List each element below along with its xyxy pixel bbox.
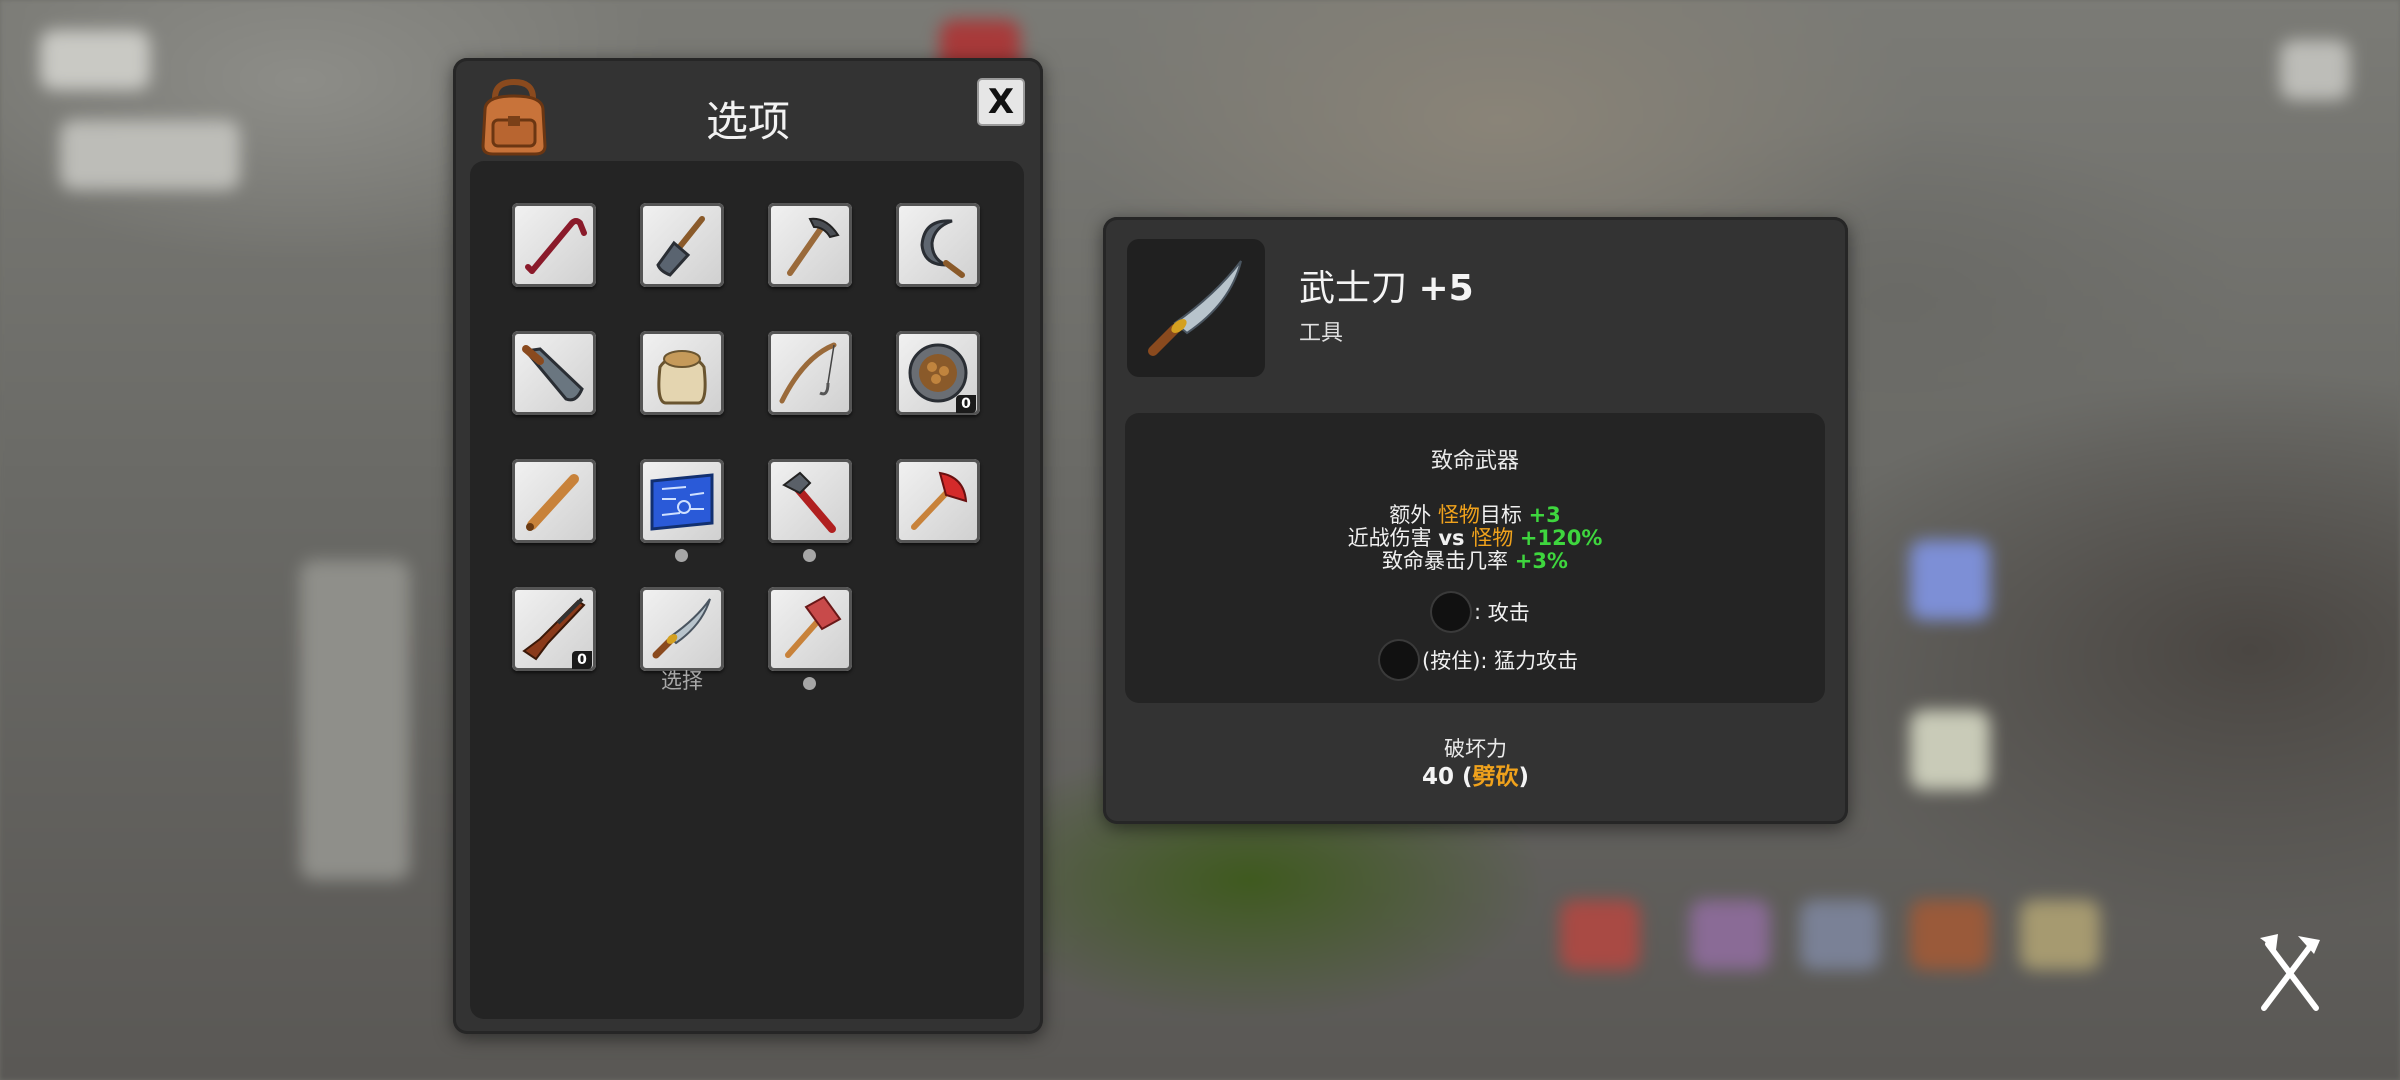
- item-name: 武士刀 +5: [1299, 259, 1474, 311]
- inventory-slot-katana[interactable]: [640, 587, 724, 671]
- inventory-slot-sledgehammer[interactable]: [768, 587, 852, 671]
- item-count: 0: [572, 651, 592, 669]
- inventory-slot-machete[interactable]: [512, 331, 596, 415]
- selected-slot-label: 选择: [661, 669, 703, 693]
- control-power-attack: (按住): 猛力攻击: [1380, 641, 1578, 679]
- inventory-grid: 0 0 选择: [470, 161, 1024, 1019]
- inventory-slot-fishing-rod[interactable]: [768, 331, 852, 415]
- inventory-title: 选项: [705, 97, 790, 146]
- inventory-slot-crowbar[interactable]: [512, 203, 596, 287]
- control-hold: (按住):: [1422, 649, 1488, 673]
- stats-box: 致命武器 额外 怪物目标 +3 近战伤害 vs 怪物 +120% 致命暴击几率 …: [1125, 413, 1825, 703]
- inventory-slot-shovel[interactable]: [640, 203, 724, 287]
- inventory-slot-pet-food-bowl[interactable]: 0: [896, 331, 980, 415]
- baseball-bat-icon: [526, 474, 579, 531]
- damage-number: 40: [1421, 764, 1454, 790]
- sickle-icon: [920, 219, 965, 278]
- inventory-slot-blueprint[interactable]: [640, 459, 724, 543]
- katana-icon: [1148, 260, 1242, 356]
- shovel-icon: [656, 216, 705, 277]
- slot-indicator-dot: [803, 549, 816, 562]
- pipe-wrench-icon: [782, 471, 836, 533]
- sledgehammer-icon: [785, 595, 842, 658]
- button-prompt-icon: [1380, 641, 1418, 679]
- inventory-slot-baseball-bat[interactable]: [512, 459, 596, 543]
- inventory-slot-pickaxe[interactable]: [768, 203, 852, 287]
- blueprint-icon: [650, 473, 714, 531]
- damage-value: 40 (劈砍): [1421, 764, 1530, 790]
- slot-indicator-dot: [803, 677, 816, 690]
- machete-icon: [522, 345, 584, 402]
- slot-indicator-dot: [675, 549, 688, 562]
- katana-icon: [652, 598, 711, 659]
- button-prompt-icon: [1432, 593, 1470, 631]
- item-level: +5: [1418, 268, 1474, 309]
- item-type: 工具: [1299, 321, 1344, 346]
- stats-title: 致命武器: [1430, 449, 1519, 474]
- inventory-slot-sickle[interactable]: [896, 203, 980, 287]
- stat-value: +3%: [1514, 549, 1568, 573]
- crowbar-icon: [525, 218, 587, 274]
- inventory-slot-pipe-wrench[interactable]: [768, 459, 852, 543]
- stat-text: 致命暴击几率: [1382, 549, 1509, 573]
- item-count: 0: [956, 395, 976, 413]
- stat-crit-chance: 致命暴击几率 +3%: [1125, 545, 1825, 575]
- close-button[interactable]: X: [977, 78, 1025, 126]
- control-sep: :: [1474, 600, 1482, 624]
- crafting-tools-icon[interactable]: [2254, 930, 2326, 1014]
- inventory-panel: 选项 X 0 0 选择: [453, 58, 1043, 1034]
- damage-type: 劈砍: [1472, 764, 1519, 790]
- pickaxe-icon: [787, 217, 840, 276]
- control-attack: : 攻击: [1432, 593, 1530, 631]
- control-label: 攻击: [1487, 601, 1530, 625]
- item-preview: [1127, 239, 1265, 377]
- control-label: 猛力攻击: [1494, 649, 1579, 673]
- sack-icon: [657, 350, 707, 405]
- item-name-text: 武士刀: [1299, 268, 1408, 309]
- item-detail-panel: 武士刀 +5 工具 致命武器 额外 怪物目标 +3 近战伤害 vs 怪物 +12…: [1103, 217, 1848, 824]
- fire-axe-icon: [911, 471, 968, 530]
- inventory-slot-rifle[interactable]: 0: [512, 587, 596, 671]
- inventory-slot-sack[interactable]: [640, 331, 724, 415]
- inventory-slot-fire-axe[interactable]: [896, 459, 980, 543]
- fishing-rod-icon: [779, 342, 837, 404]
